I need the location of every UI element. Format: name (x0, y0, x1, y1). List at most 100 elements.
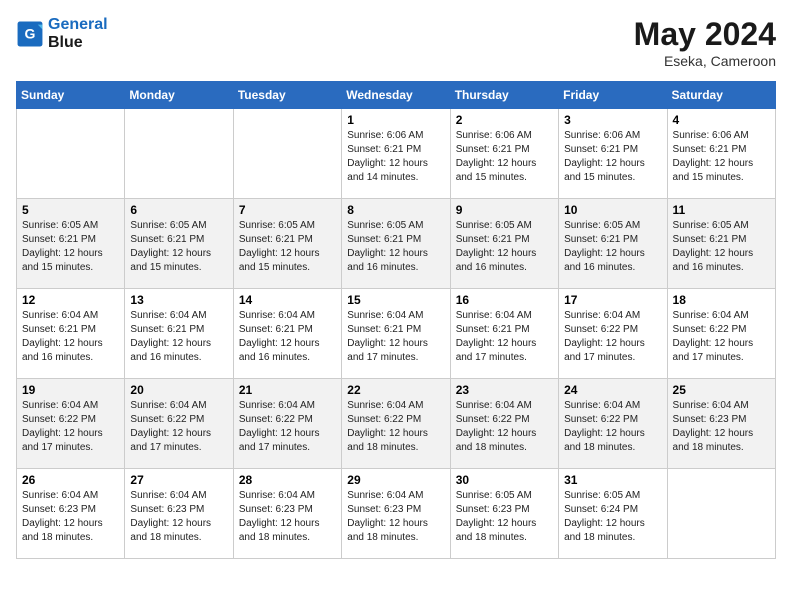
day-number: 4 (673, 113, 770, 127)
day-cell: 27Sunrise: 6:04 AM Sunset: 6:23 PM Dayli… (125, 469, 233, 559)
calendar-table: SundayMondayTuesdayWednesdayThursdayFrid… (16, 81, 776, 559)
day-number: 13 (130, 293, 227, 307)
day-info: Sunrise: 6:04 AM Sunset: 6:23 PM Dayligh… (673, 399, 770, 455)
col-header-saturday: Saturday (667, 82, 775, 109)
day-info: Sunrise: 6:05 AM Sunset: 6:21 PM Dayligh… (130, 219, 227, 275)
page-header: G General Blue May 2024 Eseka, Cameroon (16, 16, 776, 69)
day-number: 19 (22, 383, 119, 397)
day-info: Sunrise: 6:04 AM Sunset: 6:21 PM Dayligh… (22, 309, 119, 365)
day-number: 16 (456, 293, 553, 307)
day-info: Sunrise: 6:04 AM Sunset: 6:21 PM Dayligh… (347, 309, 444, 365)
day-cell: 9 Sunrise: 6:05 AM Sunset: 6:21 PM Daylig… (450, 199, 558, 289)
day-info: Sunrise: 6:04 AM Sunset: 6:22 PM Dayligh… (22, 399, 119, 455)
day-number: 14 (239, 293, 336, 307)
day-cell: 15Sunrise: 6:04 AM Sunset: 6:21 PM Dayli… (342, 289, 450, 379)
day-number: 29 (347, 473, 444, 487)
day-number: 2 (456, 113, 553, 127)
day-cell: 2 Sunrise: 6:06 AM Sunset: 6:21 PM Daylig… (450, 109, 558, 199)
day-info: Sunrise: 6:04 AM Sunset: 6:23 PM Dayligh… (239, 489, 336, 545)
week-row-3: 12 Sunrise: 6:04 AM Sunset: 6:21 PM Dayli… (17, 289, 776, 379)
day-number: 3 (564, 113, 661, 127)
day-cell: 21Sunrise: 6:04 AM Sunset: 6:22 PM Dayli… (233, 379, 341, 469)
day-info: Sunrise: 6:04 AM Sunset: 6:23 PM Dayligh… (22, 489, 119, 545)
week-row-2: 5 Sunrise: 6:05 AM Sunset: 6:21 PM Daylig… (17, 199, 776, 289)
day-info: Sunrise: 6:05 AM Sunset: 6:21 PM Dayligh… (456, 219, 553, 275)
day-cell (17, 109, 125, 199)
day-cell: 31 Sunrise: 6:05 AM Sunset: 6:24 PM Dayli… (559, 469, 667, 559)
day-info: Sunrise: 6:04 AM Sunset: 6:23 PM Dayligh… (130, 489, 227, 545)
day-cell: 22 Sunrise: 6:04 AM Sunset: 6:22 PM Dayli… (342, 379, 450, 469)
day-cell: 12 Sunrise: 6:04 AM Sunset: 6:21 PM Dayli… (17, 289, 125, 379)
day-cell: 24 Sunrise: 6:04 AM Sunset: 6:22 PM Dayli… (559, 379, 667, 469)
col-header-monday: Monday (125, 82, 233, 109)
day-number: 28 (239, 473, 336, 487)
day-cell: 17 Sunrise: 6:04 AM Sunset: 6:22 PM Dayli… (559, 289, 667, 379)
day-info: Sunrise: 6:05 AM Sunset: 6:24 PM Dayligh… (564, 489, 661, 545)
day-number: 18 (673, 293, 770, 307)
col-header-friday: Friday (559, 82, 667, 109)
day-number: 25 (673, 383, 770, 397)
day-number: 31 (564, 473, 661, 487)
day-cell: 10 Sunrise: 6:05 AM Sunset: 6:21 PM Dayli… (559, 199, 667, 289)
day-cell: 23Sunrise: 6:04 AM Sunset: 6:22 PM Dayli… (450, 379, 558, 469)
day-cell: 1 Sunrise: 6:06 AM Sunset: 6:21 PM Daylig… (342, 109, 450, 199)
day-number: 17 (564, 293, 661, 307)
col-header-thursday: Thursday (450, 82, 558, 109)
day-cell: 11 Sunrise: 6:05 AM Sunset: 6:21 PM Dayli… (667, 199, 775, 289)
col-header-wednesday: Wednesday (342, 82, 450, 109)
day-number: 21 (239, 383, 336, 397)
day-info: Sunrise: 6:04 AM Sunset: 6:21 PM Dayligh… (239, 309, 336, 365)
day-info: Sunrise: 6:06 AM Sunset: 6:21 PM Dayligh… (456, 129, 553, 185)
day-cell: 19 Sunrise: 6:04 AM Sunset: 6:22 PM Dayli… (17, 379, 125, 469)
day-number: 20 (130, 383, 227, 397)
day-cell (125, 109, 233, 199)
day-info: Sunrise: 6:04 AM Sunset: 6:22 PM Dayligh… (130, 399, 227, 455)
day-cell (233, 109, 341, 199)
day-number: 10 (564, 203, 661, 217)
logo-icon: G (16, 20, 44, 48)
day-number: 5 (22, 203, 119, 217)
day-cell: 6 Sunrise: 6:05 AM Sunset: 6:21 PM Daylig… (125, 199, 233, 289)
day-info: Sunrise: 6:05 AM Sunset: 6:21 PM Dayligh… (564, 219, 661, 275)
col-header-sunday: Sunday (17, 82, 125, 109)
day-number: 24 (564, 383, 661, 397)
day-cell: 18 Sunrise: 6:04 AM Sunset: 6:22 PM Dayli… (667, 289, 775, 379)
day-info: Sunrise: 6:06 AM Sunset: 6:21 PM Dayligh… (564, 129, 661, 185)
week-row-4: 19 Sunrise: 6:04 AM Sunset: 6:22 PM Dayli… (17, 379, 776, 469)
day-number: 12 (22, 293, 119, 307)
day-info: Sunrise: 6:04 AM Sunset: 6:22 PM Dayligh… (347, 399, 444, 455)
day-number: 8 (347, 203, 444, 217)
location-title: Eseka, Cameroon (634, 53, 776, 69)
day-info: Sunrise: 6:04 AM Sunset: 6:22 PM Dayligh… (673, 309, 770, 365)
day-info: Sunrise: 6:05 AM Sunset: 6:23 PM Dayligh… (456, 489, 553, 545)
day-cell: 13 Sunrise: 6:04 AM Sunset: 6:21 PM Dayli… (125, 289, 233, 379)
day-number: 23 (456, 383, 553, 397)
day-info: Sunrise: 6:04 AM Sunset: 6:22 PM Dayligh… (564, 309, 661, 365)
logo-line1: General (48, 16, 108, 34)
day-info: Sunrise: 6:04 AM Sunset: 6:21 PM Dayligh… (130, 309, 227, 365)
day-number: 22 (347, 383, 444, 397)
day-info: Sunrise: 6:05 AM Sunset: 6:21 PM Dayligh… (673, 219, 770, 275)
day-number: 26 (22, 473, 119, 487)
day-info: Sunrise: 6:04 AM Sunset: 6:23 PM Dayligh… (347, 489, 444, 545)
logo-line2: Blue (48, 34, 108, 52)
day-info: Sunrise: 6:06 AM Sunset: 6:21 PM Dayligh… (347, 129, 444, 185)
day-number: 6 (130, 203, 227, 217)
day-number: 1 (347, 113, 444, 127)
day-number: 11 (673, 203, 770, 217)
day-info: Sunrise: 6:04 AM Sunset: 6:21 PM Dayligh… (456, 309, 553, 365)
month-title: May 2024 (634, 16, 776, 53)
day-cell: 29 Sunrise: 6:04 AM Sunset: 6:23 PM Dayli… (342, 469, 450, 559)
week-row-1: 1 Sunrise: 6:06 AM Sunset: 6:21 PM Daylig… (17, 109, 776, 199)
col-header-tuesday: Tuesday (233, 82, 341, 109)
day-cell: 8 Sunrise: 6:05 AM Sunset: 6:21 PM Daylig… (342, 199, 450, 289)
day-info: Sunrise: 6:05 AM Sunset: 6:21 PM Dayligh… (22, 219, 119, 275)
day-cell: 30Sunrise: 6:05 AM Sunset: 6:23 PM Dayli… (450, 469, 558, 559)
day-info: Sunrise: 6:05 AM Sunset: 6:21 PM Dayligh… (347, 219, 444, 275)
day-info: Sunrise: 6:04 AM Sunset: 6:22 PM Dayligh… (564, 399, 661, 455)
day-cell: 26 Sunrise: 6:04 AM Sunset: 6:23 PM Dayli… (17, 469, 125, 559)
day-number: 9 (456, 203, 553, 217)
title-block: May 2024 Eseka, Cameroon (634, 16, 776, 69)
day-number: 7 (239, 203, 336, 217)
day-cell: 5 Sunrise: 6:05 AM Sunset: 6:21 PM Daylig… (17, 199, 125, 289)
